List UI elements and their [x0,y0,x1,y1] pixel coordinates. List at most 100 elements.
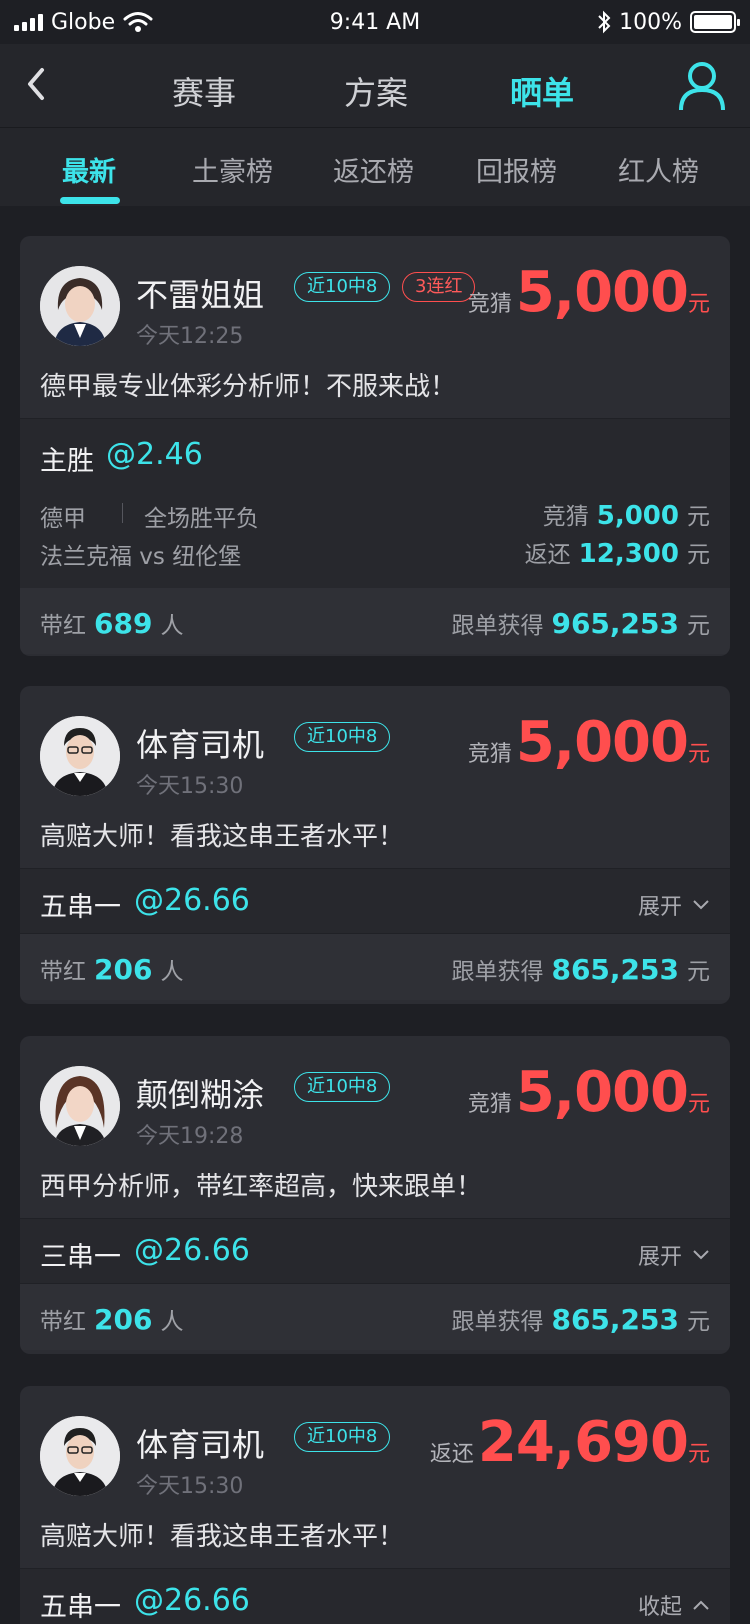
author-name[interactable]: 不雷姐姐 [136,270,264,316]
follow-count: 206 [94,953,153,986]
detail-return: 返还 12,300 元 [525,535,710,569]
subtab-rich-list[interactable]: 土豪榜 [192,150,273,189]
post-card[interactable]: 颠倒糊涂 近10中8 今天19:28 竞猜 5,000 元 西甲分析师，带红率超… [20,1036,730,1354]
expand-toggle[interactable]: 展开 [638,889,710,921]
plan-detail: 主胜 @2.46 德甲 全场胜平负 法兰克福 vs 纽伦堡 竞猜 5,000 元… [20,418,730,588]
hit-rate-badge: 近10中8 [294,272,391,302]
hit-rate-badge: 近10中8 [294,722,391,752]
tab-plans[interactable]: 方案 [344,68,408,114]
gain-label: 跟单获得 [451,613,544,639]
plan-odds: @26.66 [134,1233,250,1268]
card-header: 不雷姐姐 近10中8 3连红 今天12:25 竞猜 5,000 元 德甲最专业体… [20,236,730,418]
plan-name: 五串一 [40,1592,121,1623]
plan-row[interactable]: 三串一 @26.66 展开 [20,1218,730,1284]
bet-amount-block: 竞猜 5,000 元 [468,710,710,775]
tab-showcase[interactable]: 晒单 [510,68,574,114]
chevron-down-icon [693,1250,709,1260]
user-icon [679,62,725,111]
avatar-woman-icon [40,266,120,346]
subtab-return-list[interactable]: 返还榜 [333,150,414,189]
user-profile-button[interactable] [678,60,726,112]
gain-stat: 跟单获得 965,253 元 [451,606,710,640]
follow-stat: 带红 206 人 [40,952,183,986]
bet-amount: 5,000 [515,710,689,775]
follow-unit: 人 [160,613,184,639]
card-footer: 带红 689 人 跟单获得 965,253 元 [20,588,730,654]
gain-stat: 跟单获得 865,253 元 [451,952,710,986]
expand-label: 展开 [637,1245,682,1270]
follow-label: 带红 [40,613,86,639]
expand-toggle[interactable]: 展开 [638,1239,710,1271]
author-name[interactable]: 颠倒糊涂 [136,1070,264,1116]
avatar[interactable] [40,266,120,346]
gain-unit: 元 [687,613,710,639]
battery-percent: 100% [619,9,682,35]
nav-bar: 赛事 方案 晒单 [0,44,750,128]
bet-unit: 元 [687,1092,710,1117]
nav-tabs: 赛事 方案 晒单 [0,44,750,128]
collapse-toggle[interactable]: 收起 [638,1589,710,1621]
bet-amount: 5,000 [515,1060,689,1125]
plan-row[interactable]: 五串一 @26.66 收起 [20,1568,730,1624]
chevron-up-icon [693,1600,709,1610]
avatar[interactable] [40,716,120,796]
avatar-man-icon [40,1416,120,1496]
hit-rate-badge: 近10中8 [294,1422,391,1452]
author-slogan: 西甲分析师，带红率超高，快来跟单！ [40,1172,483,1202]
chevron-down-icon [693,900,709,910]
avatar-woman-icon [40,1066,120,1146]
detail-return-value: 12,300 [578,539,679,569]
follow-label: 带红 [40,1309,86,1335]
bet-amount: 5,000 [515,260,689,325]
detail-return-label: 返还 [524,542,571,568]
author-slogan: 德甲最专业体彩分析师！不服来战！ [40,372,457,402]
post-time: 今天19:28 [136,1124,244,1149]
post-card[interactable]: 体育司机 近10中8 今天15:30 返还 24,690 元 高赔大师！看我这串… [20,1386,730,1624]
subtab-star-list[interactable]: 红人榜 [618,150,699,189]
detail-bet-value: 5,000 [596,501,679,531]
post-time: 今天12:25 [136,324,244,349]
subtab-latest[interactable]: 最新 [62,150,116,189]
card-footer: 带红 206 人 跟单获得 865,253 元 [20,934,730,1000]
bet-unit: 元 [687,742,710,767]
author-slogan: 高赔大师！看我这串王者水平！ [40,822,405,852]
plan-name: 主胜 [40,446,94,477]
status-bar: Globe 9:41 AM 100% [0,0,750,44]
tab-events[interactable]: 赛事 [172,68,236,114]
league-name: 德甲 [40,506,86,532]
gain-stat: 跟单获得 865,253 元 [451,1302,710,1336]
plan-row[interactable]: 五串一 @26.66 展开 [20,868,730,934]
return-amount: 24,690 [477,1410,689,1475]
gain-value: 965,253 [551,607,679,640]
match-teams: 法兰克福 vs 纽伦堡 [40,544,242,570]
author-name[interactable]: 体育司机 [136,1420,264,1466]
status-right: 100% [597,9,740,35]
streak-badge: 3连红 [402,272,476,302]
bet-amount-block: 竞猜 5,000 元 [468,1060,710,1125]
detail-bet-unit: 元 [687,504,710,530]
status-left: Globe [14,10,153,35]
bet-label: 竞猜 [467,742,512,767]
post-card[interactable]: 体育司机 近10中8 今天15:30 竞猜 5,000 元 高赔大师！看我这串王… [20,686,730,1004]
gain-unit: 元 [687,1309,710,1335]
plan-odds: @26.66 [134,1583,250,1618]
battery-icon [690,11,740,33]
card-header: 体育司机 近10中8 今天15:30 返还 24,690 元 高赔大师！看我这串… [20,1386,730,1568]
bluetooth-icon [598,10,611,34]
card-header: 体育司机 近10中8 今天15:30 竞猜 5,000 元 高赔大师！看我这串王… [20,686,730,868]
author-name[interactable]: 体育司机 [136,720,264,766]
active-tab-indicator [60,197,120,204]
post-card[interactable]: 不雷姐姐 近10中8 3连红 今天12:25 竞猜 5,000 元 德甲最专业体… [20,236,730,656]
plan-odds: @2.46 [106,437,203,472]
follow-unit: 人 [160,1309,184,1335]
expand-label: 展开 [637,895,682,920]
gain-unit: 元 [687,959,710,985]
avatar[interactable] [40,1416,120,1496]
avatar[interactable] [40,1066,120,1146]
gain-value: 865,253 [551,953,679,986]
signal-icon [14,13,43,31]
follow-unit: 人 [160,959,184,985]
subtab-reward-list[interactable]: 回报榜 [476,150,557,189]
follow-count: 206 [94,1303,153,1336]
avatar-man-icon [40,716,120,796]
